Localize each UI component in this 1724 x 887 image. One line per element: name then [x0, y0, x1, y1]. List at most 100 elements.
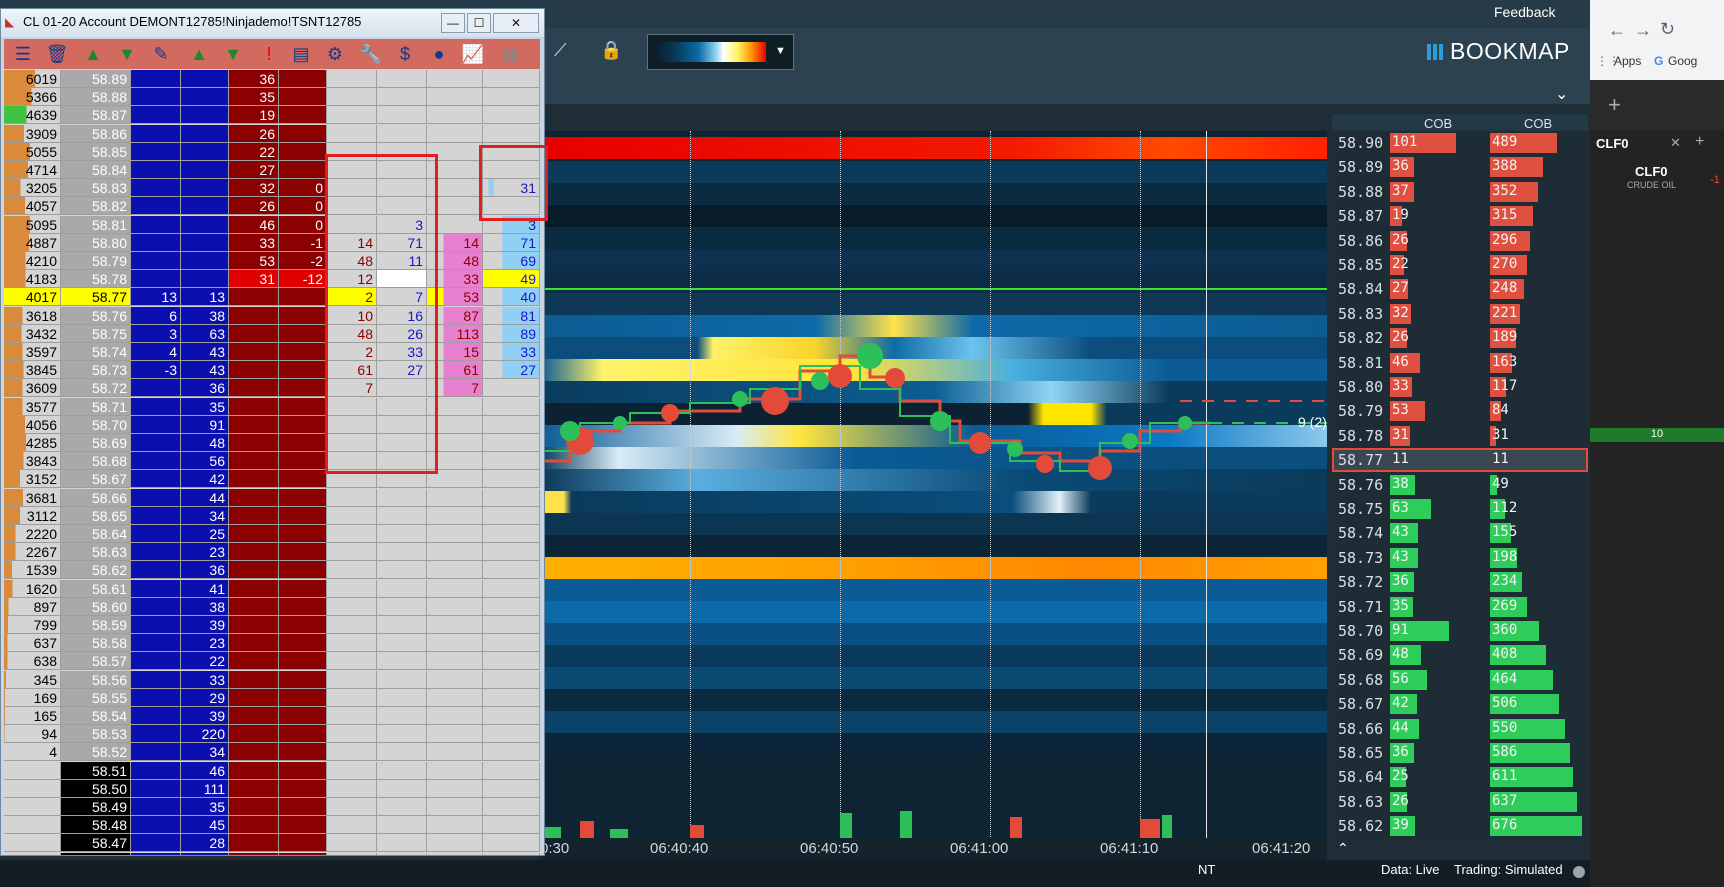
- google-bookmark[interactable]: Goog: [1668, 54, 1697, 68]
- dom-cell-b2[interactable]: [181, 142, 229, 161]
- dom-cell-b1[interactable]: [131, 707, 181, 725]
- chevron-up-icon[interactable]: ⌃: [1337, 840, 1349, 857]
- dom-cell-a2[interactable]: [279, 452, 327, 471]
- reload-icon[interactable]: ↻: [1660, 19, 1675, 40]
- dom-row[interactable]: 169 58.55 29: [4, 688, 540, 707]
- dom-cell-a2[interactable]: [279, 324, 327, 343]
- dom-row[interactable]: 4 58.52 34: [4, 743, 540, 762]
- alert-icon[interactable]: !: [256, 42, 282, 66]
- ladder-row[interactable]: 58.86 26 296: [1332, 229, 1588, 253]
- dom-cell-a1[interactable]: [229, 725, 279, 744]
- dom-cell-a1[interactable]: 26: [229, 197, 279, 216]
- dom-cell-a2[interactable]: [279, 415, 327, 434]
- close-icon[interactable]: ✕: [1670, 135, 1681, 151]
- dom-cell-a2[interactable]: [279, 688, 327, 707]
- dom-cell-b1[interactable]: [131, 397, 181, 416]
- back-icon[interactable]: ←: [1608, 20, 1626, 41]
- dom-cell-b1[interactable]: [131, 179, 181, 198]
- dom-cell-a2[interactable]: [279, 361, 327, 380]
- dom-cell-a1[interactable]: 36: [229, 70, 279, 88]
- dom-cell-b2[interactable]: 46: [181, 761, 229, 780]
- dom-cell-b1[interactable]: [131, 579, 181, 598]
- ladder-row[interactable]: 58.75 63 112: [1332, 497, 1588, 521]
- dom-cell-a2[interactable]: [279, 798, 327, 816]
- dom-cell-a1[interactable]: 19: [229, 106, 279, 125]
- dom-cell-b1[interactable]: [131, 634, 181, 653]
- dom-cell-b1[interactable]: [131, 670, 181, 689]
- dom-cell-b2[interactable]: 45: [181, 816, 229, 835]
- trash-icon[interactable]: 🗑: [44, 42, 70, 66]
- dom-cell-b1[interactable]: [131, 725, 181, 744]
- dom-cell-a2[interactable]: [279, 88, 327, 107]
- dom-cell-a2[interactable]: 0: [279, 215, 327, 234]
- dom-cell-b1[interactable]: [131, 834, 181, 853]
- dom-cell-a1[interactable]: [229, 379, 279, 398]
- chat-icon[interactable]: ●: [426, 42, 452, 66]
- minimize-button[interactable]: —: [441, 13, 465, 33]
- dom-row[interactable]: 799 58.59 39: [4, 616, 540, 634]
- dom-cell-b2[interactable]: 44: [181, 852, 229, 855]
- dom-cell-a2[interactable]: [279, 579, 327, 598]
- dom-row[interactable]: 4183 58.78 31 -12 12 33 49: [4, 270, 540, 289]
- dom-cell-b1[interactable]: [131, 688, 181, 707]
- dom-cell-a1[interactable]: 33: [229, 233, 279, 252]
- drawing-tool-icon[interactable]: ⟋: [554, 40, 567, 61]
- dom-cell-b2[interactable]: [181, 70, 229, 88]
- dom-row[interactable]: 3577 58.71 35: [4, 397, 540, 416]
- dom-cell-b2[interactable]: 22: [181, 652, 229, 671]
- dom-cell-a2[interactable]: [279, 343, 327, 361]
- dom-cell-b1[interactable]: [131, 88, 181, 107]
- dom-cell-b2[interactable]: 13: [181, 288, 229, 307]
- dom-cell-a1[interactable]: [229, 779, 279, 798]
- dom-cell-a1[interactable]: [229, 288, 279, 307]
- ladder-row[interactable]: 58.76 38 49: [1332, 473, 1588, 497]
- price-ladder[interactable]: 58.90 101 489 58.89 36 388 58.88 37 352 58.87 19 31…: [1332, 131, 1588, 838]
- ladder-row[interactable]: 58.74 43 155: [1332, 521, 1588, 545]
- dom-cell-b1[interactable]: [131, 215, 181, 234]
- dom-row[interactable]: 897 58.60 38: [4, 597, 540, 616]
- dom-cell-b2[interactable]: 23: [181, 634, 229, 653]
- dom-row[interactable]: 3909 58.86 26: [4, 124, 540, 143]
- dom-cell-a2[interactable]: -1: [279, 233, 327, 252]
- tag-icon[interactable]: ✎: [148, 42, 174, 66]
- dom-cell-b2[interactable]: 34: [181, 743, 229, 762]
- dom-cell-b2[interactable]: [181, 106, 229, 125]
- dom-cell-b1[interactable]: [131, 798, 181, 816]
- buy-down-icon[interactable]: ▼: [114, 42, 140, 66]
- maximize-button[interactable]: ☐: [467, 13, 491, 33]
- dom-cell-b2[interactable]: 23: [181, 543, 229, 562]
- dom-cell-a2[interactable]: -2: [279, 252, 327, 270]
- dom-cell-a1[interactable]: [229, 324, 279, 343]
- dom-cell-b1[interactable]: 6: [131, 306, 181, 325]
- dom-cell-b1[interactable]: [131, 452, 181, 471]
- dom-cell-b2[interactable]: 28: [181, 834, 229, 853]
- dom-cell-b2[interactable]: 220: [181, 725, 229, 744]
- dom-row[interactable]: 58.51 46: [4, 761, 540, 780]
- dom-cell-a1[interactable]: [229, 834, 279, 853]
- dom-cell-a1[interactable]: [229, 361, 279, 380]
- ladder-row[interactable]: 58.78 31 31: [1332, 424, 1588, 448]
- dom-cell-b2[interactable]: [181, 233, 229, 252]
- dom-cell-a1[interactable]: [229, 798, 279, 816]
- dom-cell-b1[interactable]: [131, 106, 181, 125]
- dom-row[interactable]: 1620 58.61 41: [4, 579, 540, 598]
- dom-cell-a2[interactable]: [279, 161, 327, 179]
- dom-cell-b2[interactable]: 39: [181, 707, 229, 725]
- dom-cell-b2[interactable]: 25: [181, 525, 229, 543]
- dom-cell-a1[interactable]: 46: [229, 215, 279, 234]
- ladder-row[interactable]: 58.68 56 464: [1332, 668, 1588, 692]
- dom-cell-b2[interactable]: [181, 179, 229, 198]
- dom-cell-a1[interactable]: [229, 670, 279, 689]
- dom-cell-b2[interactable]: 43: [181, 343, 229, 361]
- dom-cell-b1[interactable]: [131, 779, 181, 798]
- dom-row[interactable]: 3112 58.65 34: [4, 506, 540, 525]
- ladder-row[interactable]: 58.84 27 248: [1332, 277, 1588, 301]
- ladder-row[interactable]: 58.88 37 352: [1332, 180, 1588, 204]
- dom-cell-b2[interactable]: [181, 252, 229, 270]
- dom-cell-a2[interactable]: [279, 124, 327, 143]
- dom-cell-a1[interactable]: [229, 688, 279, 707]
- heatmap-chart[interactable]: 9 (2): [540, 131, 1327, 841]
- dom-cell-b2[interactable]: [181, 270, 229, 289]
- dom-cell-b2[interactable]: 38: [181, 306, 229, 325]
- wrench-icon[interactable]: 🔧: [358, 42, 384, 66]
